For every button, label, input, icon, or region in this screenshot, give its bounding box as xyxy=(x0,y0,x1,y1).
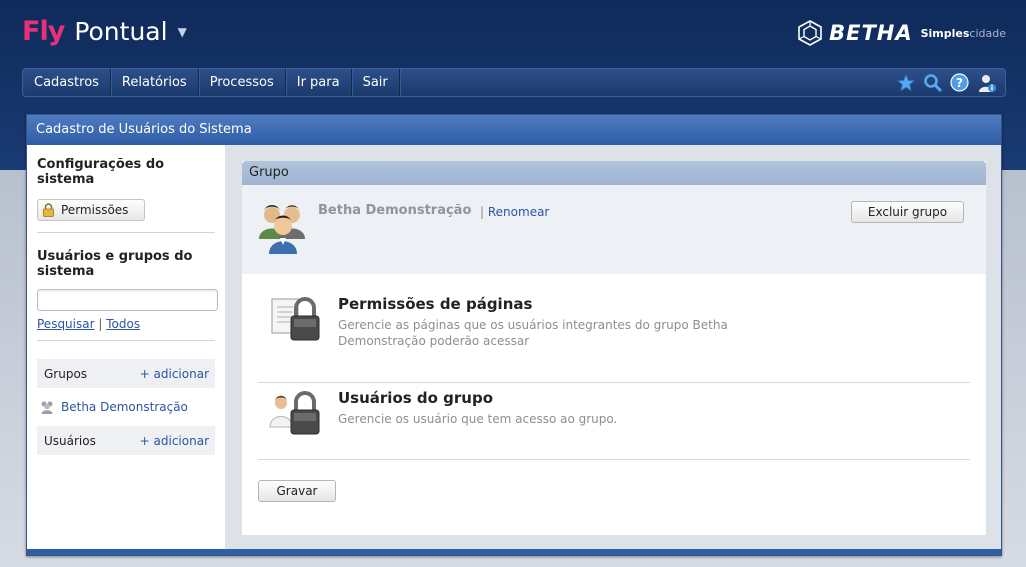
lock-icon xyxy=(43,203,54,217)
users-groups-heading: Usuários e grupos do sistema xyxy=(37,249,193,279)
document-lock-icon xyxy=(271,297,320,341)
group-gray-icon xyxy=(41,401,53,414)
app-name: Pontual xyxy=(74,17,168,46)
section-divider xyxy=(258,459,970,460)
chevron-down-icon[interactable]: ▼ xyxy=(178,25,187,39)
add-group-button[interactable]: + adicionar xyxy=(140,367,209,381)
group-users-icon xyxy=(259,205,305,254)
user-info-icon[interactable] xyxy=(976,72,997,93)
groups-label: Grupos xyxy=(44,366,88,381)
delete-group-button[interactable]: Excluir grupo xyxy=(851,201,964,223)
page-permissions-section[interactable]: Permissões de páginas Gerencie as página… xyxy=(258,295,970,355)
menu-processos[interactable]: Processos xyxy=(199,69,286,96)
rename-area: | Renomear xyxy=(480,205,549,219)
groups-row: Grupos + adicionar xyxy=(37,359,215,388)
save-button[interactable]: Gravar xyxy=(258,480,336,502)
menu-sair[interactable]: Sair xyxy=(352,69,400,96)
section-divider xyxy=(258,382,970,383)
help-icon[interactable]: ? xyxy=(949,72,970,93)
brand-fly-logo: Fly xyxy=(22,16,65,47)
sidebar-divider xyxy=(37,232,215,233)
sidebar: Configurações do sistema Permissões Usuá… xyxy=(27,145,225,551)
svg-text:?: ? xyxy=(956,76,963,90)
group-users-section[interactable]: Usuários do grupo Gerencie os usuário qu… xyxy=(258,389,970,439)
vendor-name: BETHA xyxy=(829,21,913,45)
menu-relatorios[interactable]: Relatórios xyxy=(111,69,199,96)
users-window: Cadastro de Usuários do Sistema Configur… xyxy=(26,114,1002,556)
search-input[interactable] xyxy=(37,289,218,311)
permissions-button-label: Permissões xyxy=(61,203,129,217)
group-item-label: Betha Demonstração xyxy=(61,400,188,414)
window-title: Cadastro de Usuários do Sistema xyxy=(27,115,1001,145)
section-title: Permissões de páginas xyxy=(338,295,533,313)
app-header: Fly Pontual ▼ BETHA Simplescidade xyxy=(0,0,1026,68)
menu-cadastros[interactable]: Cadastros xyxy=(23,69,111,96)
betha-hexagon-icon xyxy=(798,20,822,46)
section-description: Gerencie as páginas que os usuários inte… xyxy=(338,318,728,348)
vendor-tagline: Simplescidade xyxy=(921,27,1006,40)
group-panel: Grupo Betha Demonstração | Renomear Excl… xyxy=(242,161,986,535)
users-row: Usuários + adicionar xyxy=(37,426,215,455)
section-description: Gerencie os usuário que tem acesso ao gr… xyxy=(338,412,618,426)
vendor-tag-a: Simples xyxy=(920,26,970,40)
group-name: Betha Demonstração xyxy=(318,203,472,218)
section-title: Usuários do grupo xyxy=(338,389,494,407)
app-brand[interactable]: Fly Pontual ▼ xyxy=(22,16,187,47)
search-icon[interactable] xyxy=(922,72,943,93)
rename-separator: | xyxy=(480,205,485,219)
search-links: Pesquisar | Todos xyxy=(37,317,215,331)
link-separator: | xyxy=(98,317,103,331)
window-bottom-bar xyxy=(27,549,1001,555)
permissions-button[interactable]: Permissões xyxy=(37,199,145,221)
search-link[interactable]: Pesquisar xyxy=(37,317,95,331)
menu-icon-group: ? xyxy=(895,72,997,93)
main-area: Grupo Betha Demonstração | Renomear Excl… xyxy=(225,145,1001,551)
group-header: Betha Demonstração | Renomear Excluir gr… xyxy=(242,185,986,274)
user-lock-icon xyxy=(269,391,320,435)
menu-ir-para[interactable]: Ir para xyxy=(286,69,352,96)
main-menubar: Cadastros Relatórios Processos Ir para S… xyxy=(22,68,1006,97)
panel-title: Grupo xyxy=(242,161,986,185)
add-user-button[interactable]: + adicionar xyxy=(140,434,209,448)
star-icon[interactable] xyxy=(895,72,916,93)
group-item[interactable]: Betha Demonstração xyxy=(37,392,215,422)
config-heading: Configurações do sistema xyxy=(37,157,165,187)
rename-link[interactable]: Renomear xyxy=(488,205,550,219)
sidebar-divider xyxy=(37,340,215,341)
vendor-logo: BETHA Simplescidade xyxy=(797,20,1006,46)
vendor-tag-b: cidade xyxy=(969,26,1006,40)
users-label: Usuários xyxy=(44,433,96,448)
all-link[interactable]: Todos xyxy=(106,317,140,331)
